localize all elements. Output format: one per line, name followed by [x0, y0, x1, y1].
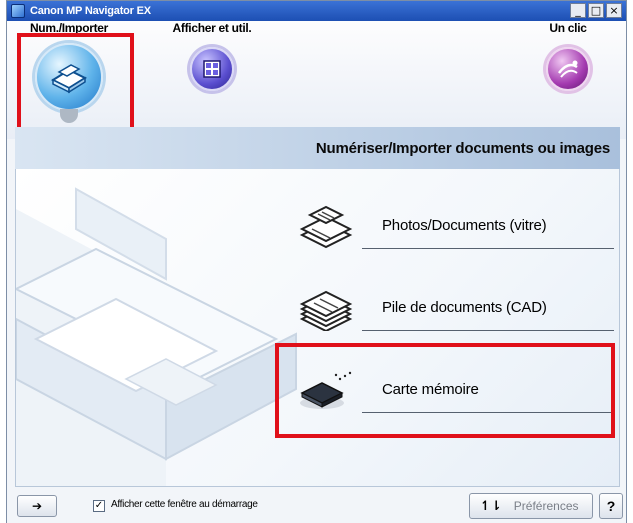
jump-arrow-button[interactable]: ➔ — [17, 495, 57, 517]
show-at-startup-checkbox[interactable]: ✓ — [93, 500, 105, 512]
option-adf-label: Pile de documents (CAD) — [382, 299, 547, 316]
mode-view-use[interactable]: Afficher et util. — [147, 21, 277, 91]
show-at-startup-label: Afficher cette fenêtre au démarrage — [111, 499, 258, 510]
platen-documents-icon — [299, 205, 353, 249]
memory-card-highlight — [275, 343, 615, 438]
preferences-button[interactable]: ↿⇂ Préférences — [469, 493, 593, 519]
options-panel: Photos/Documents (vitre) Pile de documen… — [15, 169, 620, 487]
section-title: Numériser/Importer documents ou images — [315, 139, 610, 157]
option-adf-documents[interactable]: Pile de documents (CAD) — [296, 283, 614, 333]
close-button[interactable]: × — [606, 3, 622, 18]
adf-documents-icon — [299, 290, 353, 331]
title-bar: Canon MP Navigator EX _ □ × — [7, 1, 626, 21]
help-button[interactable]: ? — [599, 493, 623, 519]
one-click-icon[interactable] — [546, 47, 590, 91]
preferences-label: Préférences — [513, 499, 579, 513]
mode-one-click[interactable]: Un clic — [523, 21, 613, 91]
option-platen-label: Photos/Documents (vitre) — [382, 217, 547, 234]
window-controls: _ □ × — [570, 3, 622, 18]
mode-one-click-label: Un clic — [549, 21, 587, 35]
option-divider — [362, 248, 614, 249]
app-window: Canon MP Navigator EX _ □ × Num./Importe… — [6, 0, 627, 523]
window-title: Canon MP Navigator EX — [30, 5, 151, 17]
maximize-button[interactable]: □ — [588, 3, 604, 18]
minimize-button[interactable]: _ — [570, 3, 586, 18]
jump-arrow-icon: ➔ — [31, 499, 43, 513]
gallery-icon[interactable] — [190, 47, 234, 91]
section-header: Numériser/Importer documents ou images — [15, 127, 620, 169]
option-divider — [362, 330, 614, 331]
app-logo-icon — [11, 4, 25, 18]
footer-bar: ➔ ✓ Afficher cette fenêtre au démarrage … — [7, 487, 626, 523]
mode-view-label: Afficher et util. — [172, 21, 252, 35]
option-platen-documents[interactable]: Photos/Documents (vitre) — [296, 201, 614, 251]
preferences-icon: ↿⇂ — [480, 498, 502, 514]
